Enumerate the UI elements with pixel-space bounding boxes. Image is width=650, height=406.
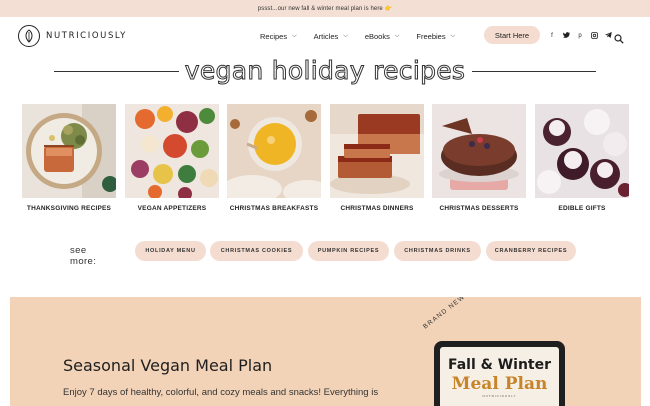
category-thanksgiving[interactable]: THANKSGIVING RECIPES [22,104,116,212]
nav-recipes-label: Recipes [260,31,288,41]
tablet-brand: NUTRICIOUSLY [482,394,517,398]
tablet-title-line1: Fall & Winter [447,357,552,373]
meal-plan-section: Seasonal Vegan Meal Plan Enjoy 7 days of… [10,297,641,406]
meal-plan-description: Enjoy 7 days of healthy, colorful, and c… [63,387,379,398]
twitter-icon[interactable] [562,32,570,40]
nav-freebies-label: Freebies [416,31,446,41]
pill-holiday-menu[interactable]: HOLIDAY MENU [135,241,206,261]
category-image[interactable] [330,104,424,198]
chevron-down-icon: ⌵ [394,32,400,39]
category-image[interactable] [22,104,116,198]
category-label[interactable]: CHRISTMAS DESSERTS [422,205,536,212]
chevron-down-icon: ⌵ [292,32,297,39]
start-here-button[interactable]: Start Here [484,26,540,44]
category-appetizers[interactable]: VEGAN APPETIZERS [125,104,219,212]
category-image[interactable] [227,104,321,198]
pill-christmas-drinks[interactable]: CHRISTMAS DRINKS [394,241,481,261]
category-image[interactable] [125,104,219,198]
search-icon[interactable] [614,31,624,49]
pill-cranberry-recipes[interactable]: CRANBERRY RECIPES [486,241,576,261]
nav-recipes[interactable]: Recipes ⌵ [260,32,297,41]
nav-articles[interactable]: Articles ⌵ [314,32,348,41]
category-label[interactable]: THANKSGIVING RECIPES [12,205,126,212]
telegram-icon[interactable] [604,32,612,40]
meal-plan-description-continued [63,401,393,406]
meal-plan-title: Seasonal Vegan Meal Plan [63,356,273,375]
chevron-down-icon: ⌵ [450,32,456,39]
see-more-label: see more: [70,245,97,267]
nav-articles-label: Articles [313,31,339,41]
nav-freebies[interactable]: Freebies ⌵ [416,32,455,41]
pinterest-icon[interactable]: p [576,33,584,39]
tablet-title-line2: Meal Plan [451,374,548,394]
category-image[interactable] [535,104,629,198]
leaf-logo-icon [18,25,40,47]
nav-ebooks[interactable]: eBooks ⌵ [365,32,400,41]
title-divider-right [472,71,596,73]
instagram-icon[interactable] [590,31,598,41]
category-image[interactable] [432,104,526,198]
section-title: vegan holiday recipes [0,56,650,92]
category-label[interactable]: CHRISTMAS DINNERS [320,205,434,212]
facebook-icon[interactable]: f [548,33,556,39]
pill-christmas-cookies[interactable]: CHRISTMAS COOKIES [210,241,303,261]
category-breakfasts[interactable]: CHRISTMAS BREAKFASTS [227,104,321,212]
logo-text: NUTRICIOUSLY [46,31,127,41]
category-label[interactable]: EDIBLE GIFTS [525,205,639,212]
chevron-down-icon: ⌵ [343,32,348,39]
promo-banner[interactable]: pssst...our new fall & winter meal plan … [0,0,650,17]
meal-plan-tablet-image[interactable]: Fall & Winter Meal Plan NUTRICIOUSLY [434,341,565,406]
tablet-screen: Fall & Winter Meal Plan NUTRICIOUSLY [440,347,559,406]
category-label[interactable]: CHRISTMAS BREAKFASTS [217,205,331,212]
site-header: NUTRICIOUSLY Recipes ⌵ Articles ⌵ eBooks… [0,17,650,55]
logo[interactable]: NUTRICIOUSLY [18,25,127,47]
category-label[interactable]: VEGAN APPETIZERS [115,205,229,212]
social-links: f p [548,17,612,55]
pill-pumpkin-recipes[interactable]: PUMPKIN RECIPES [308,241,389,261]
category-edible-gifts[interactable]: EDIBLE GIFTS [535,104,629,212]
category-desserts[interactable]: CHRISTMAS DESSERTS [432,104,526,212]
nav-ebooks-label: eBooks [364,31,390,41]
promo-text[interactable]: pssst...our new fall & winter meal plan … [258,5,392,12]
brand-new-badge: BRAND NEW! [422,297,470,331]
category-dinners[interactable]: CHRISTMAS DINNERS [330,104,424,212]
main-nav: Recipes ⌵ Articles ⌵ eBooks ⌵ Freebies ⌵ [260,17,472,55]
